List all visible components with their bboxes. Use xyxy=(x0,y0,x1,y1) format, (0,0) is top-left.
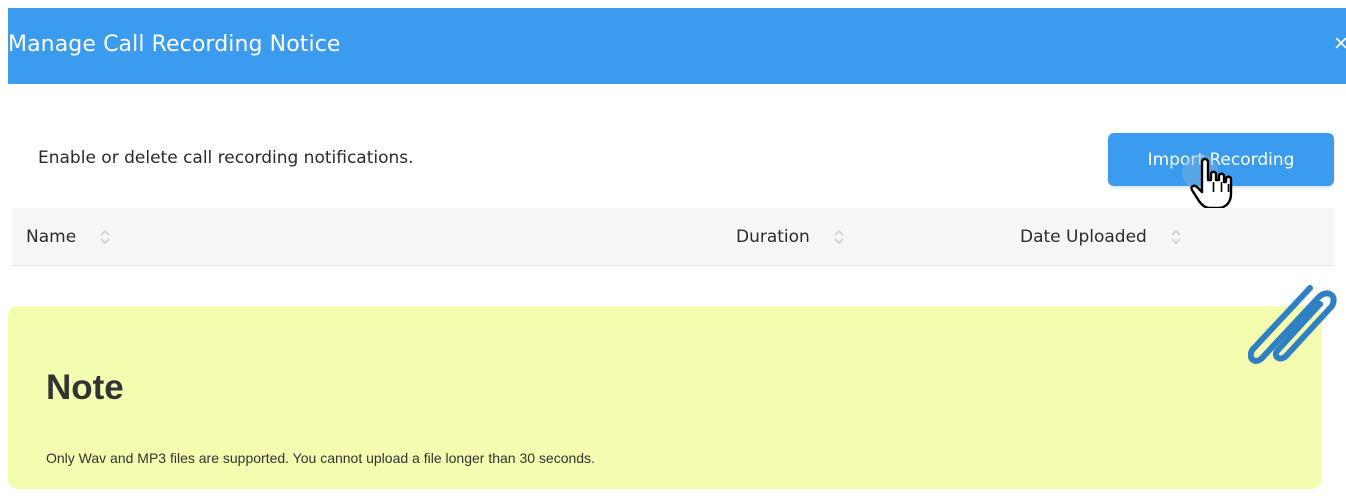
paperclip-icon xyxy=(1248,285,1337,364)
column-date-uploaded[interactable]: Date Uploaded xyxy=(1020,227,1183,247)
column-name-label: Name xyxy=(26,227,77,247)
dialog-header: Manage Call Recording Notice × xyxy=(8,8,1346,84)
note-title: Note xyxy=(46,368,124,407)
sort-icon[interactable] xyxy=(98,227,112,247)
dialog-description: Enable or delete call recording notifica… xyxy=(38,148,414,168)
column-name[interactable]: Name xyxy=(26,227,112,247)
sort-icon[interactable] xyxy=(832,227,846,247)
column-date-uploaded-label: Date Uploaded xyxy=(1020,227,1147,247)
hand-pointer-icon xyxy=(1182,154,1233,210)
close-icon[interactable]: × xyxy=(1334,30,1346,58)
table-header: Name Duration Date Uploaded xyxy=(12,208,1334,266)
note-text: Only Wav and MP3 files are supported. Yo… xyxy=(46,450,595,466)
note-box: Note Only Wav and MP3 files are supporte… xyxy=(8,306,1322,489)
column-duration-label: Duration xyxy=(736,227,810,247)
sort-icon[interactable] xyxy=(1169,227,1183,247)
dialog-title: Manage Call Recording Notice xyxy=(8,32,341,57)
column-duration[interactable]: Duration xyxy=(736,227,846,247)
